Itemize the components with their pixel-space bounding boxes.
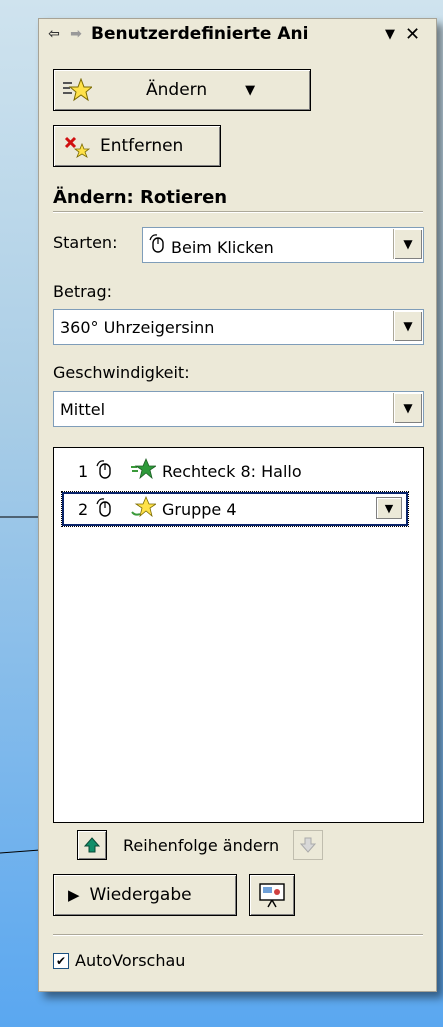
move-up-button[interactable] xyxy=(77,830,107,860)
play-button[interactable]: ▶ Wiedergabe xyxy=(53,874,237,916)
change-effect-button[interactable]: Ändern ▼ xyxy=(53,69,311,111)
mouse-click-icon xyxy=(96,459,118,483)
remove-effect-button[interactable]: Entfernen xyxy=(53,125,221,167)
item-number: 1 xyxy=(78,461,89,481)
chevron-down-icon[interactable]: ▼ xyxy=(393,311,422,341)
amount-value: 360° Uhrzeigersinn xyxy=(60,317,215,337)
speed-select[interactable]: Mittel ▼ xyxy=(53,391,424,427)
start-select[interactable]: Beim Klicken ▼ xyxy=(142,227,424,263)
divider xyxy=(53,211,423,213)
amount-select[interactable]: 360° Uhrzeigersinn ▼ xyxy=(53,309,424,345)
item-name: Rechteck 8: Hallo xyxy=(162,461,302,481)
start-label: Starten: xyxy=(53,233,118,252)
change-label: Ändern xyxy=(146,80,208,100)
reorder-row: Reihenfolge ändern xyxy=(77,829,417,861)
reorder-label: Reihenfolge ändern xyxy=(123,835,280,855)
slideshow-icon xyxy=(259,883,285,908)
pane-title: Benutzerdefinierte Ani xyxy=(91,24,309,44)
remove-label: Entfernen xyxy=(100,136,184,156)
chevron-down-icon[interactable]: ▼ xyxy=(393,393,422,423)
slideshow-button[interactable] xyxy=(249,874,295,916)
item-name: Gruppe 4 xyxy=(162,499,237,519)
play-icon: ▶ xyxy=(68,886,80,904)
animation-list[interactable]: 1 Rechteck 8: Hallo 2 Gruppe 4 ▼ xyxy=(53,447,424,823)
divider xyxy=(53,934,423,936)
mouse-click-icon xyxy=(96,497,118,521)
chevron-down-icon: ▼ xyxy=(245,82,256,98)
item-number: 2 xyxy=(78,499,89,519)
close-icon[interactable]: ✕ xyxy=(405,24,420,45)
autopreview-checkbox[interactable]: ✔ xyxy=(53,952,69,969)
speed-label: Geschwindigkeit: xyxy=(53,363,190,382)
arrow-down-icon xyxy=(300,837,317,853)
amount-label: Betrag: xyxy=(53,282,113,301)
remove-effect-icon xyxy=(62,133,94,159)
custom-animation-pane: ⇦ ➡ Benutzerdefinierte Ani ▼ ✕ Ändern ▼ … xyxy=(38,18,437,992)
list-item[interactable]: 1 Rechteck 8: Hallo xyxy=(54,456,423,486)
mouse-click-icon xyxy=(149,233,165,257)
add-effect-star-icon xyxy=(62,77,94,103)
pane-titlebar: ⇦ ➡ Benutzerdefinierte Ani ▼ ✕ xyxy=(39,19,436,49)
autopreview-option[interactable]: ✔ AutoVorschau xyxy=(53,951,185,970)
start-value: Beim Klicken xyxy=(171,238,274,257)
entrance-effect-icon xyxy=(130,457,160,484)
chevron-down-icon[interactable]: ▼ xyxy=(393,229,422,259)
move-down-button[interactable] xyxy=(293,830,324,860)
chevron-down-icon[interactable]: ▼ xyxy=(376,497,402,519)
arrow-up-icon xyxy=(83,837,101,853)
play-label: Wiedergabe xyxy=(89,885,192,905)
pane-menu-dropdown-icon[interactable]: ▼ xyxy=(385,27,395,42)
autopreview-label: AutoVorschau xyxy=(75,951,186,970)
emphasis-effect-icon xyxy=(130,495,160,522)
effect-heading: Ändern: Rotieren xyxy=(53,187,228,208)
back-icon[interactable]: ⇦ xyxy=(45,26,63,42)
list-item-selected[interactable]: 2 Gruppe 4 ▼ xyxy=(61,491,409,527)
forward-icon[interactable]: ➡ xyxy=(67,26,85,42)
speed-value: Mittel xyxy=(60,399,106,419)
